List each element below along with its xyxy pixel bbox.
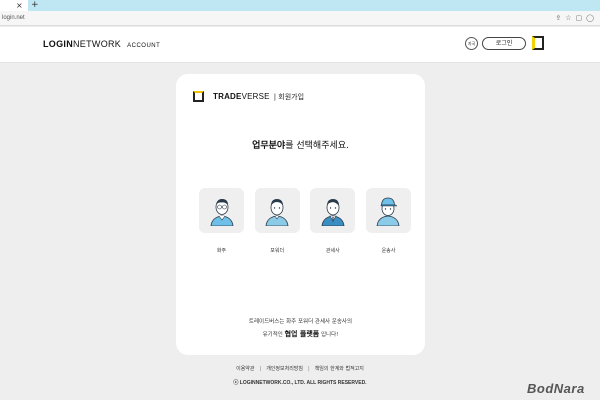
footer-separator: |	[308, 366, 310, 372]
brand-name: TRADEVERSE	[213, 92, 270, 101]
new-tab-button[interactable]: +	[31, 0, 39, 11]
role-label: 운송사	[381, 248, 396, 254]
footer-links: 이용약관 | 개인정보처리방침 | 책임의 한계와 법적고지	[0, 365, 600, 372]
browser-tab-bar: × +	[0, 0, 600, 11]
headline-rest: 를 선택해주세요.	[285, 141, 349, 151]
carrier-avatar-icon	[377, 197, 400, 226]
star-icon[interactable]: ☆	[565, 13, 571, 23]
loginnetwork-logo[interactable]: LOGINNETWORK ACCOUNT	[43, 39, 160, 49]
language-button[interactable]: 지국	[465, 37, 478, 50]
menu-icon[interactable]	[532, 36, 544, 50]
role-card[interactable]	[254, 188, 300, 233]
tagline-line1: 트레이드버스는 화주 포워더 관세사 운송사의	[248, 319, 353, 325]
brand-bold: TRADE	[213, 92, 242, 101]
shipper-avatar-icon	[210, 198, 233, 226]
role-label: 관세사	[325, 248, 340, 254]
browser-toolbar: ⇪ ☆ ▢ ◯	[555, 13, 594, 23]
tagline: 트레이드버스는 화주 포워더 관세사 운송사의 유기적인 협업 플랫폼 입니다!	[176, 316, 425, 341]
tagline-bold: 협업 플랫폼	[284, 330, 320, 338]
page-title: 업무분야를 선택해주세요.	[176, 138, 425, 151]
headline-bold: 업무분야	[252, 141, 286, 151]
signup-card: TRADEVERSE | 회원가입 업무분야를 선택해주세요. 화주 포워더 관…	[176, 74, 425, 355]
close-tab-icon[interactable]: ×	[16, 0, 23, 11]
tagline-pre: 유기적인	[262, 332, 285, 338]
watermark: BodNara	[527, 381, 585, 396]
address-bar: login.net ⇪ ☆ ▢ ◯	[0, 11, 600, 26]
brand-light: VERSE	[241, 92, 270, 101]
signup-label: | 회원가입	[273, 92, 305, 101]
role-card[interactable]	[310, 188, 356, 233]
copyright: ⓒ LOGINNETWORK.CO., LTD. ALL RIGHTS RESE…	[233, 380, 367, 386]
role-option-shipper[interactable]: 화주	[199, 188, 244, 254]
tagline-line2: 유기적인 협업 플랫폼 입니다!	[176, 328, 425, 341]
browser-tab[interactable]: ×	[0, 0, 28, 11]
url-text[interactable]: login.net	[2, 13, 25, 23]
role-option-carrier[interactable]: 운송사	[365, 188, 411, 254]
terms-link[interactable]: 이용약관	[236, 366, 254, 372]
legal-link[interactable]: 책임의 한계와 법적고지	[315, 366, 364, 372]
profile-icon[interactable]: ◯	[586, 13, 594, 23]
footer-separator: |	[259, 366, 262, 372]
login-button[interactable]: 로그인	[482, 37, 526, 50]
logo-account: ACCOUNT	[127, 43, 161, 49]
role-card[interactable]	[365, 188, 411, 233]
tagline-post: 입니다!	[319, 332, 339, 338]
logo-bold: LOGIN	[43, 39, 73, 49]
logo-thin: NETWORK	[73, 39, 122, 49]
role-label: 포워더	[270, 248, 285, 254]
extensions-icon[interactable]: ▢	[576, 13, 583, 23]
role-options: 화주 포워더 관세사 운송사	[199, 188, 411, 254]
role-card[interactable]	[199, 188, 244, 233]
forwarder-avatar-icon	[265, 198, 289, 226]
customs-broker-avatar-icon	[321, 198, 345, 226]
role-option-forwarder[interactable]: 포워더	[254, 188, 300, 254]
tradeverse-logo-icon	[193, 91, 204, 102]
tradeverse-brand: TRADEVERSE | 회원가입	[193, 91, 304, 102]
role-label: 화주	[216, 248, 227, 254]
role-option-customs-broker[interactable]: 관세사	[310, 188, 356, 254]
share-icon[interactable]: ⇪	[555, 13, 561, 23]
site-header: LOGINNETWORK ACCOUNT 지국 로그인	[0, 27, 600, 63]
privacy-link[interactable]: 개인정보처리방침	[266, 366, 303, 372]
